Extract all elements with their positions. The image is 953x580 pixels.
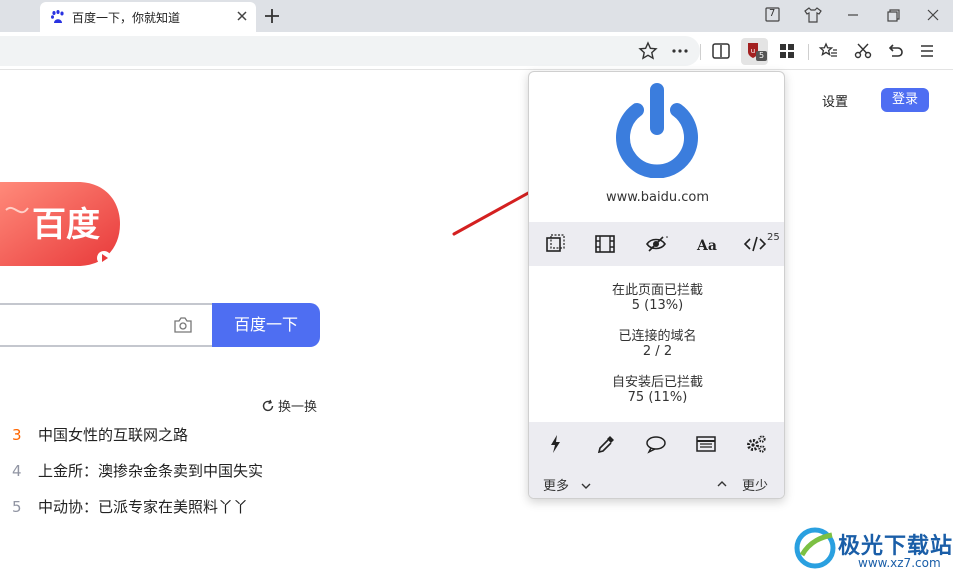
menu-hamburger-icon[interactable]: [916, 40, 938, 62]
hot-rank: 4: [12, 462, 22, 480]
hot-title: 上金所：澳掺杂金条卖到中国失实: [38, 462, 264, 480]
bookmark-star-icon[interactable]: [637, 40, 659, 62]
watermark-url: www.xz7.com: [858, 556, 941, 570]
chevron-down-icon: [581, 483, 591, 489]
baidu-favicon-icon: [51, 10, 64, 23]
hot-title: 中动协：已派专家在美照料丫丫: [38, 498, 249, 516]
remote-fonts-icon[interactable]: Aa: [695, 233, 719, 255]
popup-more-less-row: 更多 更少: [529, 466, 784, 498]
logo-text: 百度: [32, 205, 100, 245]
refresh-hot-list-button[interactable]: 换一换: [261, 396, 317, 415]
undo-icon[interactable]: [884, 40, 906, 62]
scissors-icon[interactable]: [852, 40, 874, 62]
watermark-logo-icon: [794, 527, 836, 569]
logger-list-icon[interactable]: [695, 434, 717, 454]
minimize-icon[interactable]: [841, 4, 865, 26]
reader-mode-icon[interactable]: [710, 40, 732, 62]
blocked-on-page-label: 在此页面已拦截: [611, 283, 703, 298]
new-tab-icon[interactable]: [262, 6, 282, 26]
extension-badge: 5: [756, 51, 767, 61]
hot-list-item[interactable]: 5 中动协：已派专家在美照料丫丫: [12, 496, 248, 517]
comment-bubble-icon[interactable]: [645, 434, 667, 454]
refresh-label: 换一换: [278, 400, 318, 415]
script-count-badge: 25: [767, 232, 780, 243]
settings-link[interactable]: 设置: [822, 91, 848, 110]
blocked-since-install-value: 75 (11%): [627, 390, 688, 405]
popup-actions-row: [529, 422, 784, 466]
window-close-icon[interactable]: [921, 4, 945, 26]
svg-text:u: u: [751, 47, 755, 55]
camera-search-icon[interactable]: [173, 316, 193, 334]
toolbar-separator: [700, 44, 701, 60]
popup-hostname: www.baidu.com: [605, 190, 710, 205]
refresh-icon: [262, 399, 274, 412]
blocked-on-page-value: 5 (13%): [631, 298, 684, 313]
toolbar-separator: [808, 44, 809, 60]
element-picker-eyedropper-icon[interactable]: [595, 434, 617, 454]
shirt-skin-icon[interactable]: [801, 4, 825, 26]
hot-title: 中国女性的互联网之路: [38, 426, 189, 444]
power-toggle-icon[interactable]: [611, 82, 703, 178]
popup-blocking-icon[interactable]: [543, 233, 567, 255]
address-bar[interactable]: [0, 36, 700, 66]
hot-rank: 3: [12, 426, 22, 444]
restore-icon[interactable]: [881, 4, 905, 26]
browser-toolbar: u 5: [0, 32, 953, 70]
tab-title: 百度一下，你就知道: [72, 11, 181, 25]
media-film-icon[interactable]: [593, 233, 617, 255]
tab-strip: 百度一下，你就知道 7: [0, 0, 953, 32]
blocked-since-install-label: 自安装后已拦截: [611, 375, 703, 390]
svg-text:Aa: Aa: [696, 238, 717, 254]
hot-list-item[interactable]: 4 上金所：澳掺杂金条卖到中国失实: [12, 460, 263, 481]
less-label: 更少: [742, 479, 769, 494]
chevron-up-icon[interactable]: [717, 480, 727, 488]
hot-rank: 5: [12, 498, 22, 516]
more-button[interactable]: 更多: [543, 475, 591, 494]
more-label: 更多: [543, 479, 570, 494]
settings-gears-icon[interactable]: [745, 434, 767, 454]
apps-grid-icon[interactable]: [776, 40, 798, 62]
domains-connected-value: 2 / 2: [642, 344, 673, 359]
more-dots-icon[interactable]: [669, 40, 691, 62]
cosmetic-filter-eye-icon[interactable]: [645, 233, 669, 255]
tab-close-icon[interactable]: [234, 8, 250, 24]
search-button[interactable]: 百度一下: [212, 303, 320, 347]
tab-counter-label: 7: [769, 8, 776, 19]
favorites-list-icon[interactable]: [818, 40, 840, 62]
lightning-icon[interactable]: [545, 434, 567, 454]
hot-list-item[interactable]: 3 中国女性的互联网之路: [12, 424, 188, 445]
ublock-popup: www.baidu.com Aa 25 在此页面已拦截 5 (13%) 已连接的…: [528, 71, 785, 499]
less-button[interactable]: 更少: [742, 475, 768, 494]
javascript-code-icon[interactable]: [743, 233, 767, 255]
popup-tools-row: Aa 25: [529, 222, 784, 266]
baidu-logo: 百度: [0, 182, 120, 266]
login-button[interactable]: 登录: [881, 88, 929, 112]
tab-counter-button[interactable]: 7: [761, 4, 785, 26]
browser-tab[interactable]: 百度一下，你就知道: [40, 2, 256, 32]
domains-connected-label: 已连接的域名: [618, 329, 697, 344]
